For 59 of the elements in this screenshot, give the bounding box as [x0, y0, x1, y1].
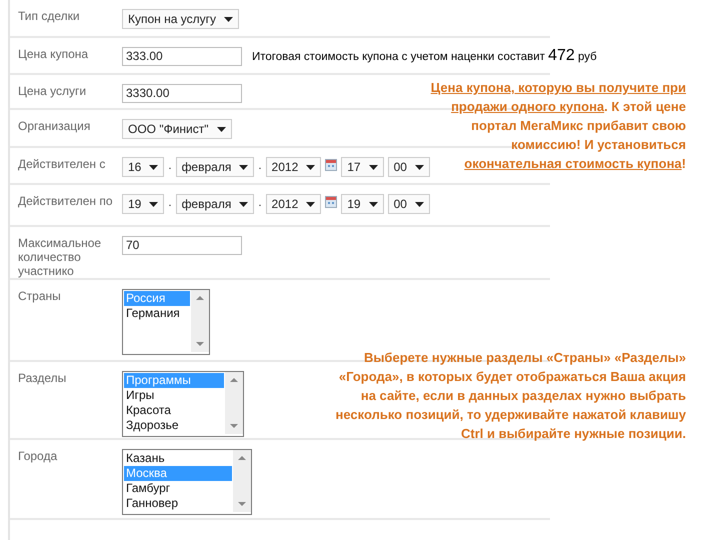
- list-option[interactable]: Здорозье: [124, 418, 224, 433]
- caret-icon: [224, 16, 234, 22]
- hour-dropdown[interactable]: 19: [341, 194, 384, 214]
- field-label: Цена услуги: [18, 84, 88, 100]
- list-box[interactable]: Казань Москва Гамбург Ганновер: [122, 449, 252, 515]
- month-dropdown[interactable]: февраля: [176, 194, 254, 214]
- list-option[interactable]: Красота: [124, 403, 224, 418]
- caret-icon: [149, 202, 158, 206]
- field-label: Максимальное количество участнико: [18, 236, 102, 278]
- list-option[interactable]: Ганновер: [124, 496, 232, 511]
- caret-icon: [414, 202, 424, 206]
- input-field[interactable]: 333.00: [122, 47, 242, 66]
- caret-icon: [306, 202, 316, 206]
- dropdown[interactable]: Купон на услугу: [122, 9, 240, 29]
- hint-text: Выберете нужные разделы «Страны» «Разделы» «Города», в которых будет отображаться Ваша акция на сайте, если в данных разделах нужно выбрать несколько позиций, то удерживайте нажатой клавишу Ctrl и выбирайте нужные позиции.: [334, 349, 686, 443]
- day-dropdown[interactable]: 16: [122, 157, 164, 177]
- input-field[interactable]: 70: [122, 236, 242, 255]
- calendar-icon[interactable]: [325, 159, 338, 171]
- field-label: Действителен по: [18, 194, 114, 210]
- date-separator: .: [168, 196, 172, 211]
- date-separator: .: [168, 159, 172, 174]
- input-field[interactable]: 3330.00: [122, 84, 242, 103]
- field-label: Тип сделки: [18, 9, 81, 25]
- hour-dropdown[interactable]: 17: [341, 157, 384, 177]
- list-option[interactable]: Гамбург: [124, 481, 232, 496]
- caret-icon: [414, 164, 424, 170]
- total-price-text: Итоговая стоимость купона с учетом наценки составит 472 руб: [252, 47, 597, 65]
- list-option[interactable]: Игры: [124, 388, 224, 403]
- year-dropdown[interactable]: 2012: [266, 157, 322, 177]
- calendar-icon[interactable]: [325, 196, 338, 208]
- scrollbar[interactable]: [233, 450, 251, 512]
- date-separator: .: [258, 196, 262, 211]
- field-label: Страны: [18, 289, 62, 305]
- caret-icon: [216, 126, 226, 132]
- list-box[interactable]: Программы Игры Красота Здорозье: [122, 371, 244, 437]
- month-dropdown[interactable]: февраля: [176, 157, 254, 177]
- field-label: Организация: [18, 119, 92, 135]
- list-box[interactable]: Россия Германия: [122, 289, 210, 355]
- caret-icon: [306, 164, 316, 170]
- hint-text: Цена купона, которую вы получите при продажи одного купона. К этой цене портал МегаМикс прибавит свою комиссию! И установиться окончательная стоимость купона!: [430, 79, 686, 173]
- minute-dropdown[interactable]: 00: [388, 157, 430, 177]
- list-option[interactable]: Германия: [124, 306, 190, 321]
- caret-icon: [149, 164, 158, 170]
- day-dropdown[interactable]: 19: [122, 194, 164, 214]
- caret-icon: [368, 164, 378, 170]
- dropdown[interactable]: ООО "Финист": [122, 119, 232, 139]
- scrollbar[interactable]: [225, 372, 243, 434]
- field-label: Города: [18, 449, 58, 465]
- list-option[interactable]: Казань: [124, 451, 232, 466]
- caret-icon: [239, 202, 248, 206]
- field-label: Цена купона: [18, 47, 90, 63]
- year-dropdown[interactable]: 2012: [266, 194, 322, 214]
- caret-icon: [239, 164, 248, 170]
- date-separator: .: [258, 159, 262, 174]
- caret-icon: [368, 202, 378, 206]
- minute-dropdown[interactable]: 00: [388, 194, 430, 214]
- field-label: Действителен с: [18, 157, 106, 173]
- field-label: Разделы: [18, 371, 68, 387]
- scrollbar[interactable]: [191, 290, 209, 352]
